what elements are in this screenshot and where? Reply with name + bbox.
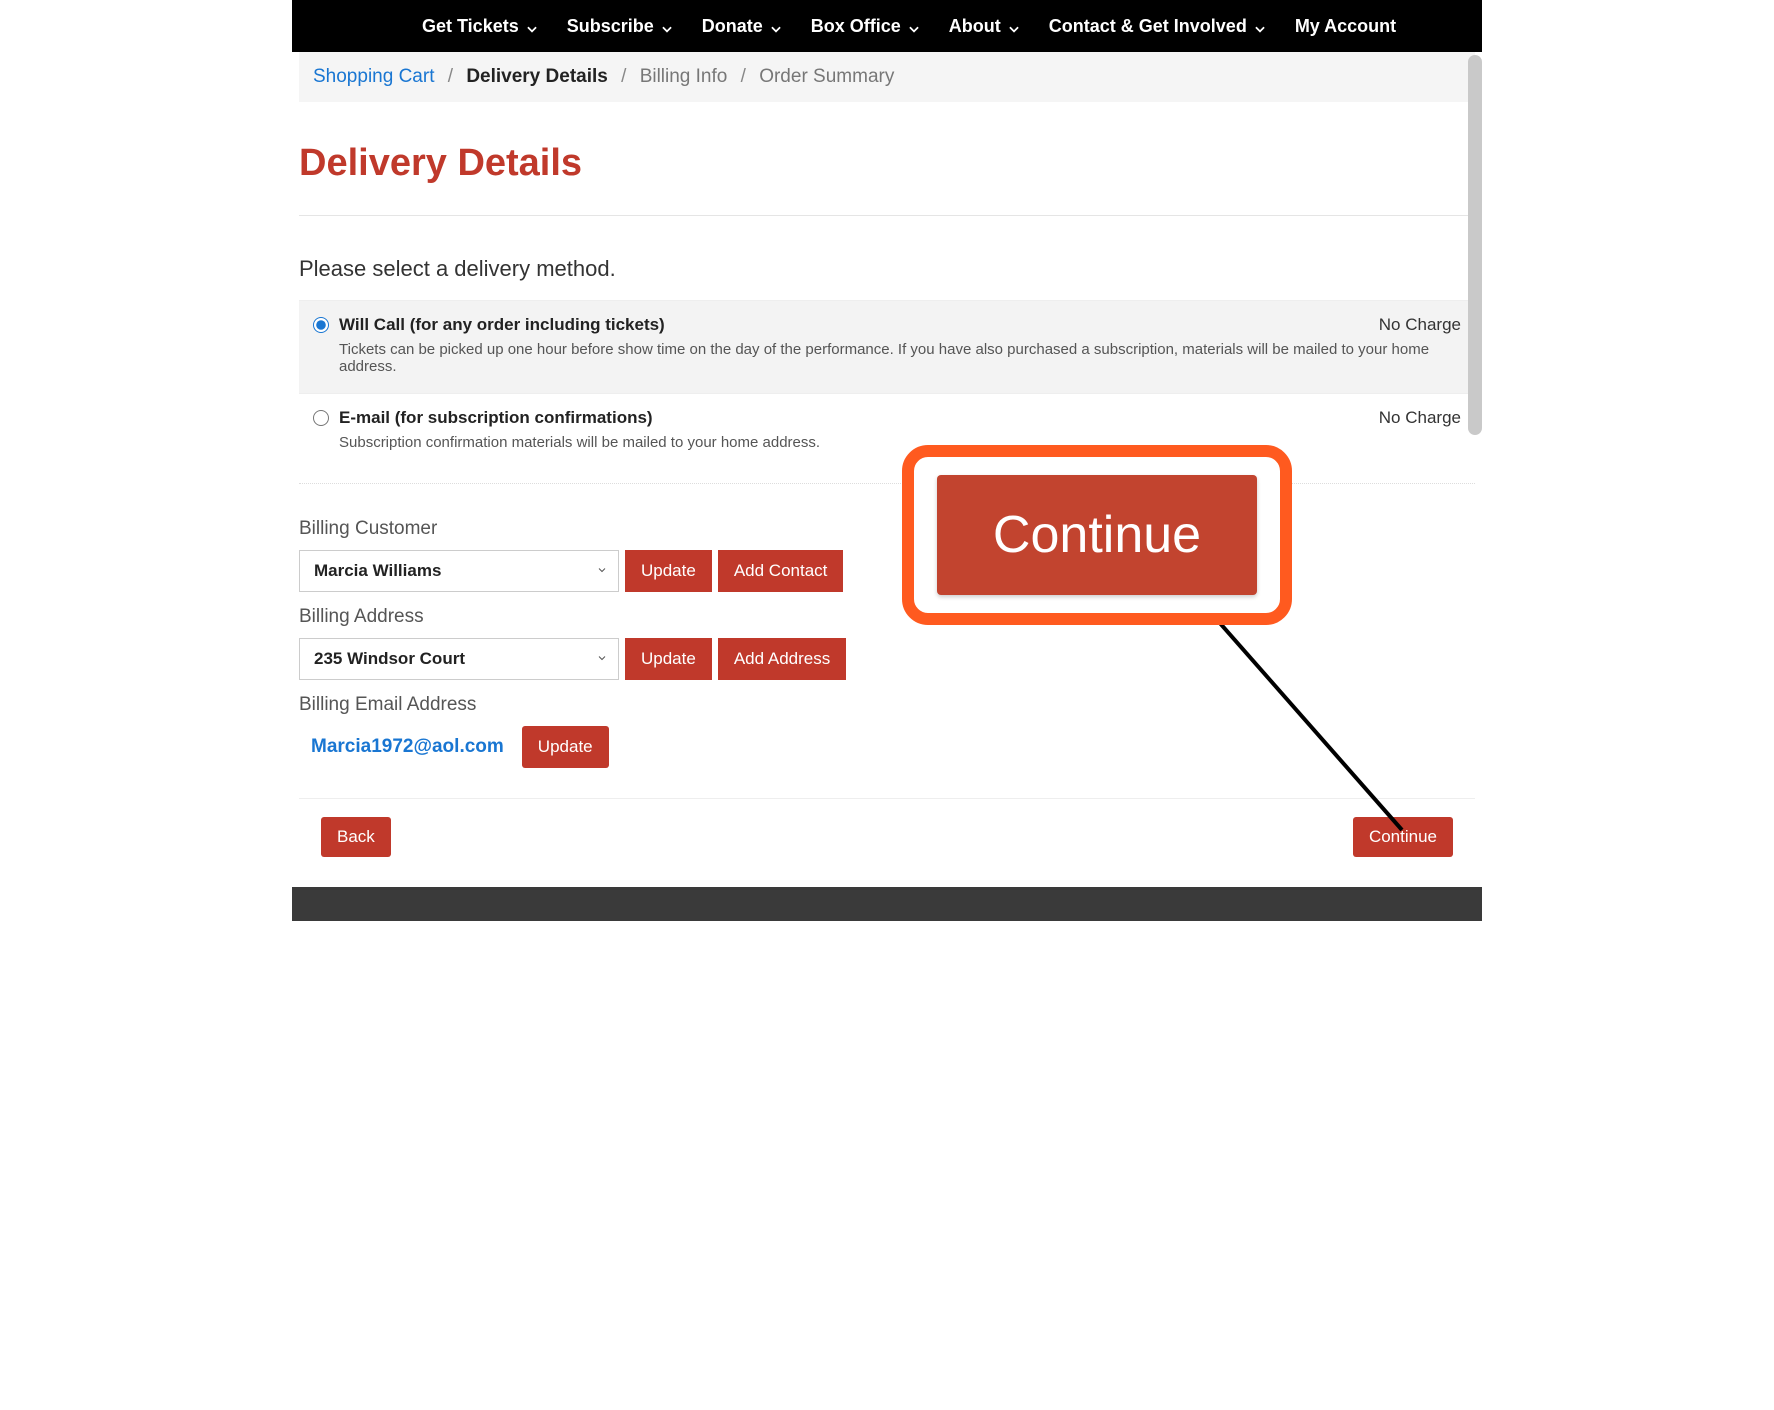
nav-label: Box Office xyxy=(811,16,901,37)
chevron-down-icon xyxy=(596,649,608,669)
nav-label: My Account xyxy=(1295,16,1396,37)
select-value: Marcia Williams xyxy=(314,561,441,581)
top-nav: Get Tickets Subscribe Donate Box Office … xyxy=(292,0,1482,52)
nav-label: Subscribe xyxy=(567,16,654,37)
delivery-method-willcall[interactable]: Will Call (for any order including ticke… xyxy=(299,300,1475,393)
nav-get-tickets[interactable]: Get Tickets xyxy=(422,16,537,37)
breadcrumb-sep: / xyxy=(621,66,626,87)
chevron-down-icon xyxy=(596,561,608,581)
update-address-button[interactable]: Update xyxy=(625,638,712,680)
radio-willcall[interactable] xyxy=(313,317,329,333)
breadcrumb-sep: / xyxy=(448,66,453,87)
billing-address-select[interactable]: 235 Windsor Court xyxy=(299,638,619,680)
chevron-down-icon xyxy=(1007,20,1019,32)
add-address-button[interactable]: Add Address xyxy=(718,638,846,680)
breadcrumb-delivery-details: Delivery Details xyxy=(466,66,608,87)
billing-customer-label: Billing Customer xyxy=(299,518,849,540)
breadcrumb-shopping-cart[interactable]: Shopping Cart xyxy=(313,66,434,87)
back-button[interactable]: Back xyxy=(321,817,391,857)
nav-contact[interactable]: Contact & Get Involved xyxy=(1049,16,1265,37)
divider xyxy=(299,798,1475,799)
nav-label: Contact & Get Involved xyxy=(1049,16,1247,37)
method-label: E-mail (for subscription confirmations) xyxy=(339,408,653,428)
delivery-method-email[interactable]: E-mail (for subscription confirmations) … xyxy=(299,393,1475,469)
nav-my-account[interactable]: My Account xyxy=(1295,16,1396,37)
billing-customer-select[interactable]: Marcia Williams xyxy=(299,550,619,592)
method-charge: No Charge xyxy=(1379,315,1461,335)
continue-callout-button[interactable]: Continue xyxy=(937,475,1257,595)
billing-address-label: Billing Address xyxy=(299,606,849,628)
nav-subscribe[interactable]: Subscribe xyxy=(567,16,672,37)
chevron-down-icon xyxy=(907,20,919,32)
page-title: Delivery Details xyxy=(299,142,1475,185)
footer-bar xyxy=(292,887,1482,921)
chevron-down-icon xyxy=(769,20,781,32)
radio-email[interactable] xyxy=(313,410,329,426)
method-label: Will Call (for any order including ticke… xyxy=(339,315,665,335)
page-content: Delivery Details Please select a deliver… xyxy=(299,102,1475,887)
chevron-down-icon xyxy=(660,20,672,32)
nav-label: About xyxy=(949,16,1001,37)
scrollbar[interactable] xyxy=(1468,55,1482,435)
method-desc: Subscription confirmation materials will… xyxy=(339,434,1461,451)
nav-label: Donate xyxy=(702,16,763,37)
update-email-button[interactable]: Update xyxy=(522,726,609,768)
nav-label: Get Tickets xyxy=(422,16,519,37)
update-customer-button[interactable]: Update xyxy=(625,550,712,592)
billing-section: Billing Customer Marcia Williams Update … xyxy=(299,483,1475,768)
breadcrumb: Shopping Cart / Delivery Details / Billi… xyxy=(299,52,1475,102)
continue-callout: Continue xyxy=(902,445,1292,625)
instruction-text: Please select a delivery method. xyxy=(299,256,1475,282)
footer-buttons: Back Continue xyxy=(299,817,1475,887)
billing-email-link[interactable]: Marcia1972@aol.com xyxy=(311,736,504,758)
breadcrumb-billing-info: Billing Info xyxy=(640,66,728,87)
nav-box-office[interactable]: Box Office xyxy=(811,16,919,37)
nav-donate[interactable]: Donate xyxy=(702,16,781,37)
select-value: 235 Windsor Court xyxy=(314,649,465,669)
divider xyxy=(299,215,1475,216)
breadcrumb-order-summary: Order Summary xyxy=(759,66,894,87)
method-charge: No Charge xyxy=(1379,408,1461,428)
nav-about[interactable]: About xyxy=(949,16,1019,37)
chevron-down-icon xyxy=(525,20,537,32)
method-desc: Tickets can be picked up one hour before… xyxy=(339,341,1461,375)
continue-button[interactable]: Continue xyxy=(1353,817,1453,857)
breadcrumb-sep: / xyxy=(741,66,746,87)
billing-email-label: Billing Email Address xyxy=(299,694,849,716)
add-contact-button[interactable]: Add Contact xyxy=(718,550,844,592)
chevron-down-icon xyxy=(1253,20,1265,32)
